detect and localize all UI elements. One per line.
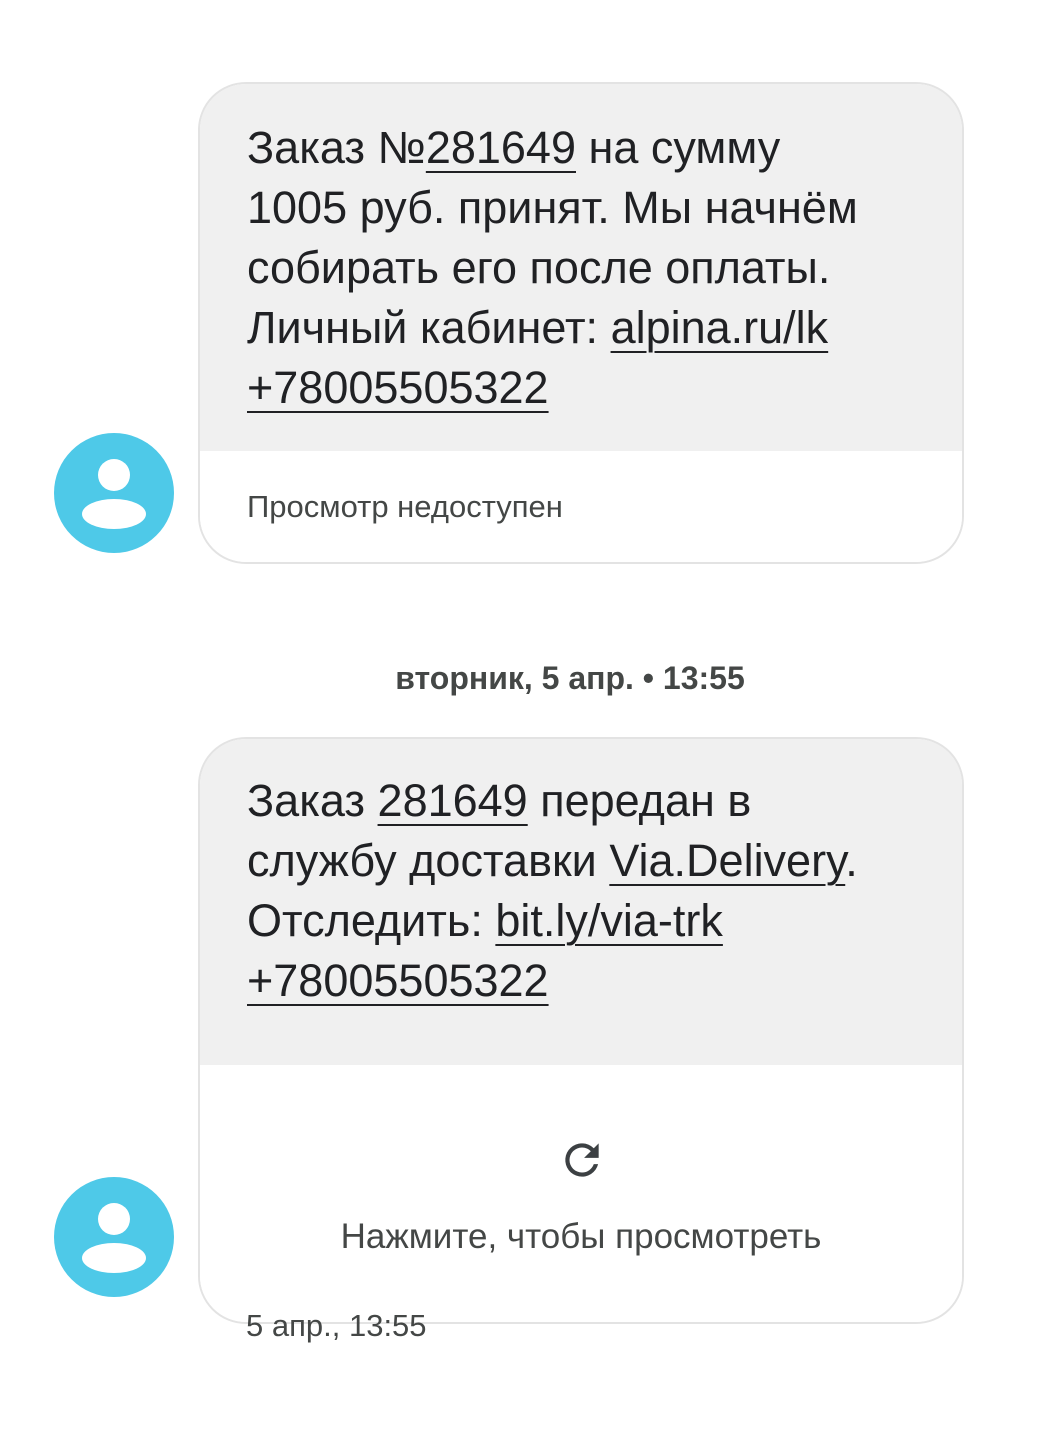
message-text-2: Заказ 281649 передан в службу доставки V… — [200, 739, 962, 1065]
message-text-1: Заказ №281649 на сумму 1005 руб. принят.… — [200, 84, 962, 451]
message-line: +78005505322 — [247, 358, 922, 418]
message-line: 1005 руб. принят. Мы начнём — [247, 182, 858, 233]
message-bubble-2[interactable]: Заказ 281649 передан в службу доставки V… — [198, 737, 964, 1324]
tap-to-load-preview[interactable]: Нажмите, чтобы просмотреть — [200, 1065, 962, 1322]
message-timestamp: 5 апр., 13:55 — [246, 1308, 427, 1343]
link-preview-unavailable: Просмотр недоступен — [200, 451, 962, 562]
person-icon — [98, 1203, 130, 1235]
order-number-link[interactable]: 281649 — [378, 775, 528, 826]
message-line: собирать его после оплаты. — [247, 242, 831, 293]
message-line: +78005505322 — [247, 951, 922, 1011]
person-icon-body — [82, 1243, 146, 1273]
tracking-url-link[interactable]: bit.ly/via-trk — [495, 895, 723, 946]
refresh-icon — [565, 1143, 599, 1177]
tap-to-view-label: Нажмите, чтобы просмотреть — [340, 1217, 822, 1256]
message-line: Отследить: bit.ly/via-trk — [247, 895, 723, 946]
account-url-link[interactable]: alpina.ru/lk — [611, 302, 829, 353]
sender-avatar[interactable] — [54, 1177, 174, 1297]
phone-link[interactable]: +78005505322 — [247, 955, 549, 1006]
phone-link[interactable]: +78005505322 — [247, 362, 549, 413]
delivery-service-link[interactable]: Via.Delivery — [609, 835, 845, 886]
message-line: Заказ №281649 на сумму — [247, 122, 781, 173]
message-bubble-1[interactable]: Заказ №281649 на сумму 1005 руб. принят.… — [198, 82, 964, 564]
message-line: Заказ 281649 передан в — [247, 775, 752, 826]
message-line: службу доставки Via.Delivery. — [247, 835, 858, 886]
date-separator: вторник, 5 апр. • 13:55 — [395, 660, 745, 696]
person-icon-body — [82, 499, 146, 529]
person-icon — [98, 459, 130, 491]
message-line: Личный кабинет: alpina.ru/lk — [247, 302, 829, 353]
sender-avatar[interactable] — [54, 433, 174, 553]
order-number-link[interactable]: 281649 — [426, 122, 576, 173]
